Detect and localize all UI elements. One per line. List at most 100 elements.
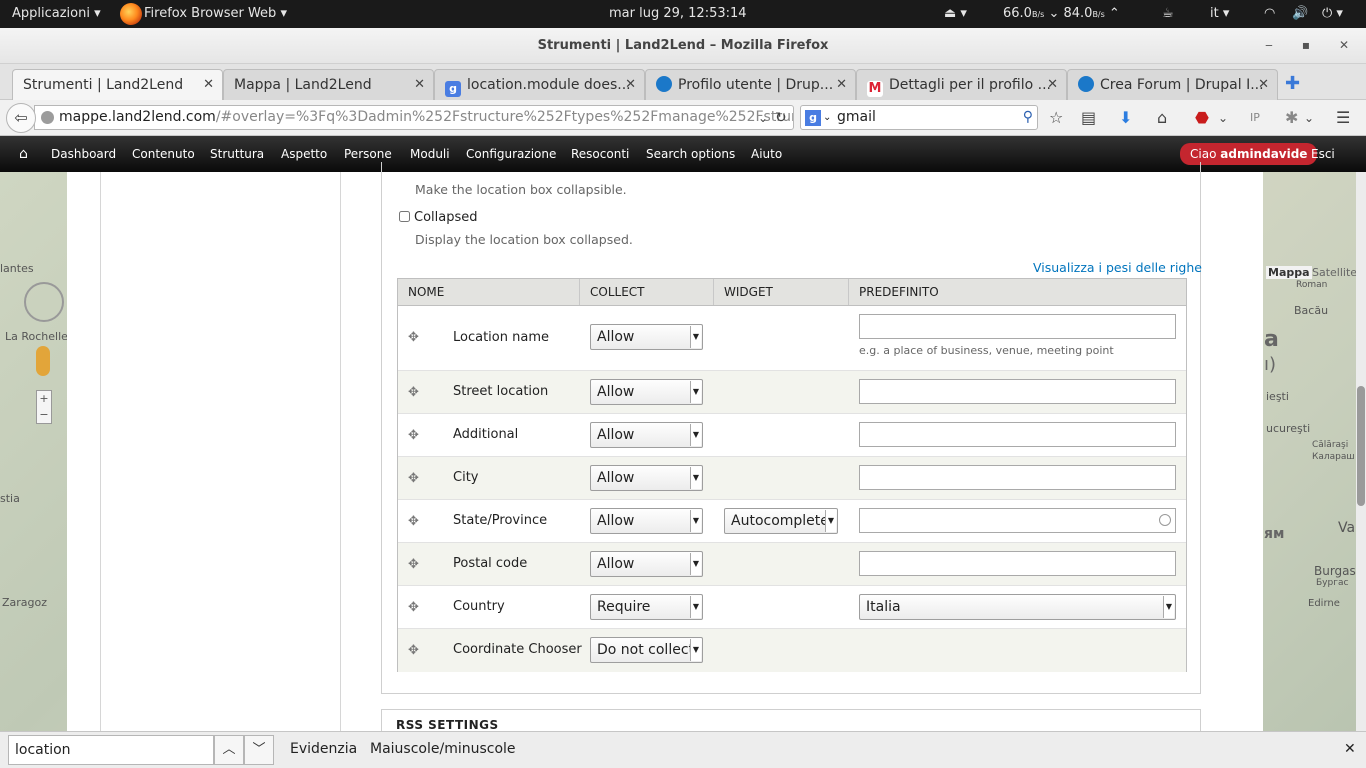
minimize-icon[interactable]: ‒ xyxy=(1261,37,1277,53)
match-case-button[interactable]: Maiuscole/minuscole xyxy=(370,741,516,757)
find-next-button[interactable]: ﹀ xyxy=(244,735,274,765)
google-search-engine-icon[interactable]: g xyxy=(805,110,821,126)
map-zoom-control[interactable]: + − xyxy=(36,390,52,424)
highlight-all-button[interactable]: Evidenzia xyxy=(290,741,357,757)
default-country-select[interactable]: Italia ▼ xyxy=(859,594,1176,620)
menu-dashboard[interactable]: Dashboard xyxy=(51,136,116,172)
default-input[interactable] xyxy=(859,422,1176,447)
search-bar[interactable]: g ⌄ gmail ⚲ xyxy=(800,105,1038,130)
collect-select[interactable]: Allow ▼ xyxy=(590,551,703,577)
collect-select[interactable]: Allow ▼ xyxy=(590,508,703,534)
power-icon[interactable]: ⏻ ▾ xyxy=(1322,0,1343,28)
pegman-icon[interactable] xyxy=(36,346,50,376)
collect-select[interactable]: Require ▼ xyxy=(590,594,703,620)
applications-menu[interactable]: Applicazioni ▾ xyxy=(12,0,101,28)
tab-profilo-utente[interactable]: Profilo utente | Drup... ✕ xyxy=(645,69,856,100)
caffeine-icon[interactable]: ☕ xyxy=(1162,0,1174,28)
map-type-satellite[interactable]: Satellite xyxy=(1312,266,1357,279)
collect-value: Allow xyxy=(597,384,635,400)
default-input[interactable] xyxy=(859,508,1176,533)
addon-icon[interactable]: ✱ xyxy=(1285,108,1298,128)
tab-crea-forum[interactable]: Crea Forum | Drupal I... ✕ xyxy=(1067,69,1278,100)
location-fields-table: NOME COLLECT WIDGET PREDEFINITO ✥ Locati… xyxy=(397,278,1187,672)
show-row-weights-link[interactable]: Visualizza i pesi delle righe xyxy=(1033,260,1202,275)
home-icon[interactable]: ⌂ xyxy=(1157,108,1167,128)
drag-handle-icon[interactable]: ✥ xyxy=(408,643,419,658)
default-input[interactable] xyxy=(859,465,1176,490)
collect-value: Allow xyxy=(597,513,635,529)
wifi-icon[interactable]: ◠ xyxy=(1264,0,1275,28)
tab-close-icon[interactable]: ✕ xyxy=(1047,70,1058,100)
addon-dropdown-icon[interactable]: ⌄ xyxy=(1304,108,1314,128)
map-type-mappa[interactable]: Mappa xyxy=(1266,266,1312,279)
tab-close-icon[interactable]: ✕ xyxy=(1258,70,1269,100)
tab-strumenti[interactable]: Strumenti | Land2Lend ✕ xyxy=(12,69,223,100)
tab-close-icon[interactable]: ✕ xyxy=(203,70,214,100)
collect-select[interactable]: Allow ▼ xyxy=(590,465,703,491)
find-previous-button[interactable]: ︿ xyxy=(214,735,244,765)
default-input[interactable] xyxy=(859,551,1176,576)
table-row: ✥ Additional Allow ▼ xyxy=(398,414,1186,457)
map-pan-control[interactable] xyxy=(24,282,64,322)
url-dropdown-icon[interactable]: ⌄ xyxy=(758,108,768,128)
widget-select[interactable]: Autocomplete ▼ xyxy=(724,508,838,534)
bookmark-star-icon[interactable]: ☆ xyxy=(1049,108,1063,128)
find-input[interactable]: location xyxy=(8,735,214,765)
drag-handle-icon[interactable]: ✥ xyxy=(408,330,419,345)
clock[interactable]: mar lug 29, 12:53:14 xyxy=(609,0,747,28)
home-icon[interactable]: ⌂ xyxy=(19,136,28,172)
eject-icon[interactable]: ⏏ ▾ xyxy=(944,0,967,28)
tab-close-icon[interactable]: ✕ xyxy=(625,70,636,100)
collapsed-checkbox-row[interactable]: Collapsed xyxy=(399,210,478,225)
language-indicator[interactable]: it ▾ xyxy=(1210,0,1229,28)
collect-select[interactable]: Do not collect ▼ xyxy=(590,637,703,663)
maximize-icon[interactable]: ▪ xyxy=(1298,37,1314,53)
collect-select[interactable]: Allow ▼ xyxy=(590,422,703,448)
net-up-unit: B/s xyxy=(1092,10,1105,19)
adblock-icon[interactable]: ⬣ xyxy=(1195,108,1209,128)
close-window-icon[interactable]: ✕ xyxy=(1336,37,1352,53)
tab-location-module[interactable]: g location.module does... ✕ xyxy=(434,69,645,100)
drag-handle-icon[interactable]: ✥ xyxy=(408,557,419,572)
collect-select[interactable]: Allow ▼ xyxy=(590,324,703,350)
back-button[interactable]: ⇦ xyxy=(6,103,36,133)
app-menu[interactable]: Firefox Browser Web ▾ xyxy=(120,0,287,28)
collapsed-checkbox[interactable] xyxy=(399,211,410,222)
drag-handle-icon[interactable]: ✥ xyxy=(408,428,419,443)
rss-settings-heading: RSS SETTINGS xyxy=(396,718,499,732)
drag-handle-icon[interactable]: ✥ xyxy=(408,514,419,529)
url-bar[interactable]: mappe.land2lend.com/#overlay=%3Fq%3Dadmi… xyxy=(34,105,794,130)
scrollbar-thumb[interactable] xyxy=(1357,386,1365,506)
engine-dropdown-icon[interactable]: ⌄ xyxy=(823,106,831,129)
volume-icon[interactable]: 🔊 xyxy=(1292,0,1308,28)
search-input[interactable]: gmail xyxy=(837,109,876,125)
page-scrollbar[interactable] xyxy=(1356,172,1366,732)
menu-struttura[interactable]: Struttura xyxy=(210,136,264,172)
new-tab-icon[interactable]: ✚ xyxy=(1285,73,1300,94)
tab-dettagli-profilo[interactable]: M Dettagli per il profilo ... ✕ xyxy=(856,69,1067,100)
drag-handle-icon[interactable]: ✥ xyxy=(408,600,419,615)
menu-aspetto[interactable]: Aspetto xyxy=(281,136,327,172)
collect-value: Allow xyxy=(597,329,635,345)
downloads-icon[interactable]: ⬇ xyxy=(1119,108,1132,128)
search-icon[interactable]: ⚲ xyxy=(1023,106,1033,129)
reload-icon[interactable]: ↻ xyxy=(775,108,787,128)
drag-handle-icon[interactable]: ✥ xyxy=(408,471,419,486)
table-row: ✥ Street location Allow ▼ xyxy=(398,371,1186,414)
tab-mappa[interactable]: Mappa | Land2Lend ✕ xyxy=(223,69,434,100)
default-input[interactable] xyxy=(859,379,1176,404)
close-find-bar-icon[interactable]: ✕ xyxy=(1344,741,1356,757)
reading-list-icon[interactable]: ▤ xyxy=(1081,108,1096,128)
default-input[interactable] xyxy=(859,314,1176,339)
drag-handle-icon[interactable]: ✥ xyxy=(408,385,419,400)
hamburger-menu-icon[interactable]: ☰ xyxy=(1336,108,1350,128)
menu-contenuto[interactable]: Contenuto xyxy=(132,136,195,172)
tab-close-icon[interactable]: ✕ xyxy=(836,70,847,100)
tab-close-icon[interactable]: ✕ xyxy=(414,70,425,100)
drupal-icon xyxy=(1078,76,1094,92)
logout-link[interactable]: Esci xyxy=(1311,136,1335,172)
adblock-dropdown-icon[interactable]: ⌄ xyxy=(1218,108,1228,128)
collect-select[interactable]: Allow ▼ xyxy=(590,379,703,405)
field-name: Country xyxy=(453,599,505,614)
ip-addon-icon[interactable]: IP xyxy=(1250,108,1260,128)
